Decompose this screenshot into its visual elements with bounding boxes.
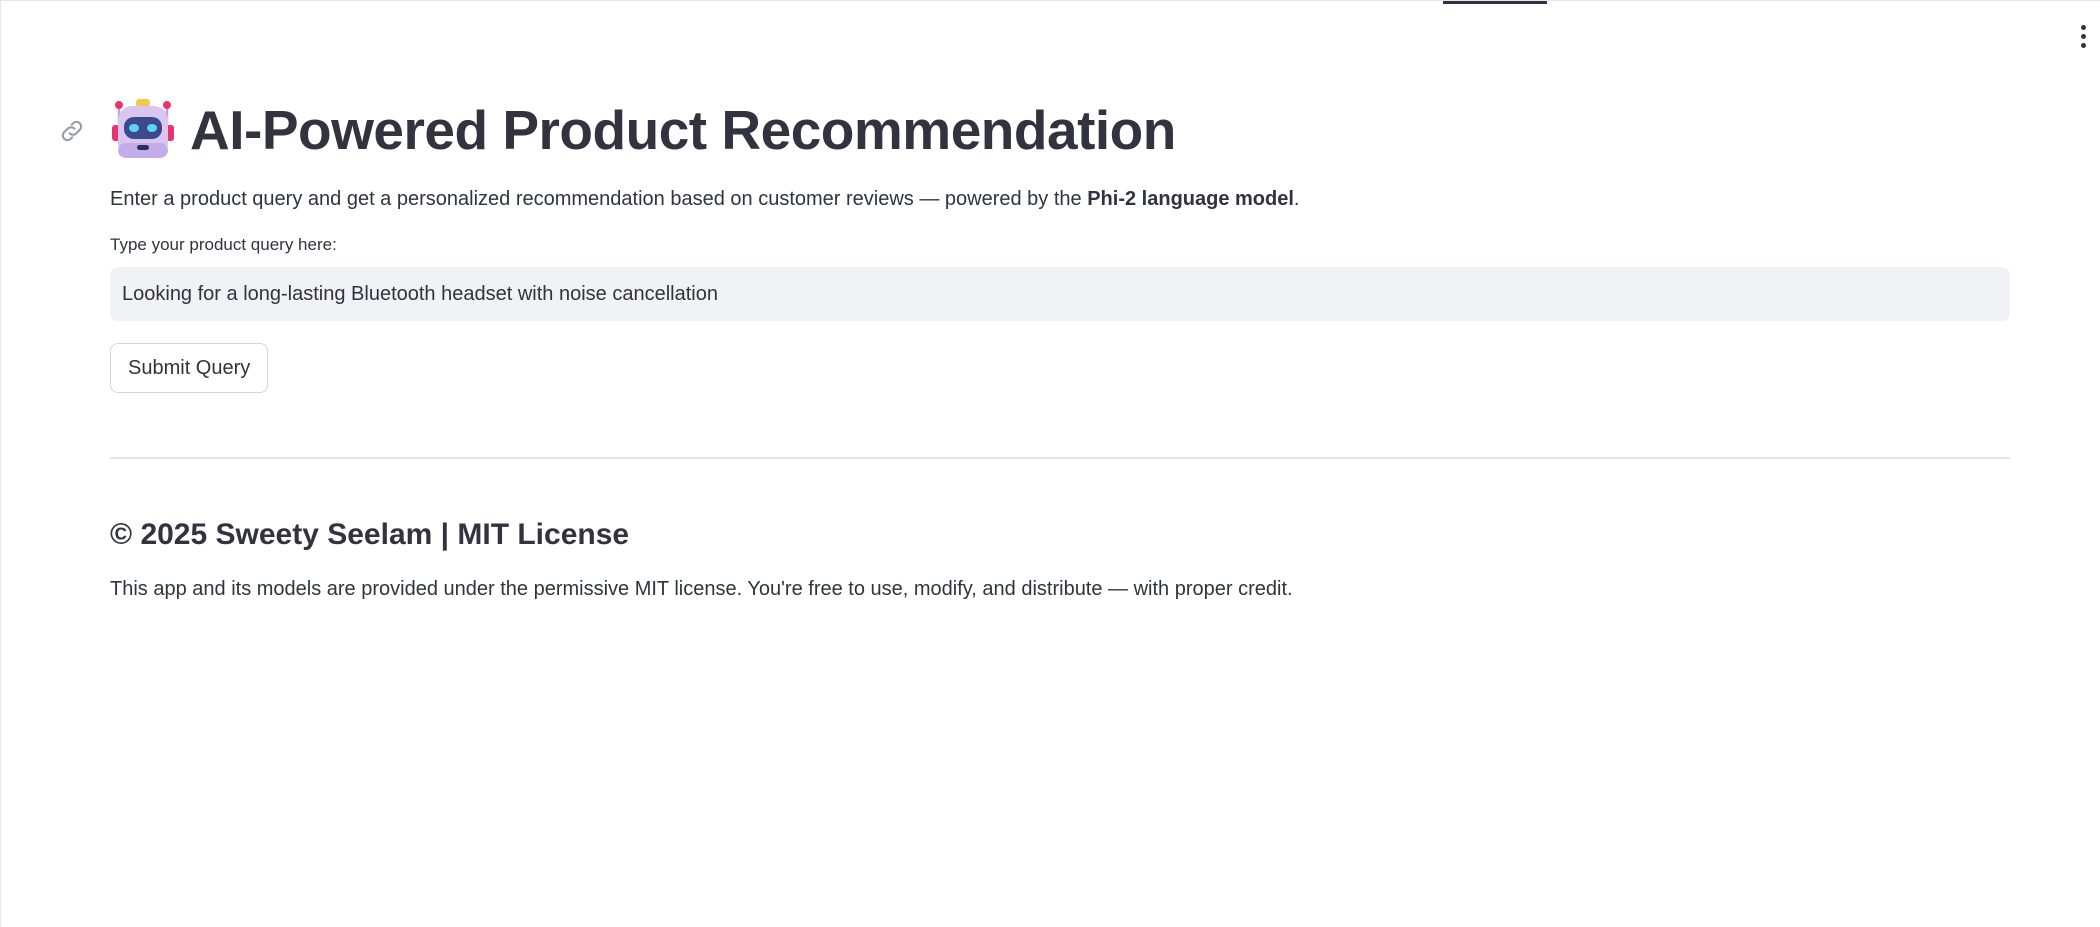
intro-text: Enter a product query and get a personal… xyxy=(110,185,2010,213)
main-content: AI-Powered Product Recommendation Enter … xyxy=(61,1,2010,603)
query-label: Type your product query here: xyxy=(110,235,337,254)
robot-face-icon xyxy=(112,99,174,158)
intro-suffix: . xyxy=(1293,188,1300,210)
footer-heading: © 2025 Sweety Seelam | MIT License xyxy=(110,518,630,551)
main-menu-button[interactable] xyxy=(2074,21,2092,51)
vertical-ellipsis-icon xyxy=(2080,42,2086,48)
query-input[interactable] xyxy=(110,267,2010,321)
vertical-ellipsis-icon xyxy=(2080,33,2086,39)
footer-license-text: This app and its models are provided und… xyxy=(110,578,1293,600)
page-title: AI-Powered Product Recommendation xyxy=(190,99,1176,161)
intro-prefix: Enter a product query and get a personal… xyxy=(110,188,1088,210)
model-name: Phi-2 language model xyxy=(1087,188,1294,210)
section-divider xyxy=(110,457,2010,459)
title-row: AI-Powered Product Recommendation xyxy=(61,95,2010,165)
link-icon[interactable] xyxy=(58,117,86,145)
app-window: AI-Powered Product Recommendation Enter … xyxy=(0,0,2100,927)
vertical-ellipsis-icon xyxy=(2080,24,2086,30)
submit-query-button[interactable]: Submit Query xyxy=(110,343,269,393)
